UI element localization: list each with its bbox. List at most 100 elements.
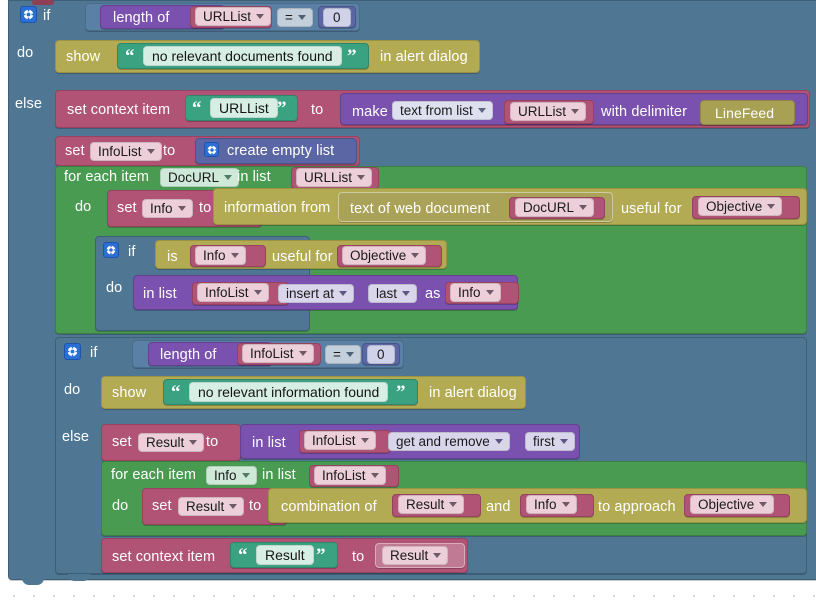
- string-value-2[interactable]: URLList: [210, 98, 278, 118]
- insert-at-dropdown[interactable]: insert at: [278, 284, 355, 303]
- info-loop-var-dropdown[interactable]: Info: [206, 466, 257, 485]
- result-dropdown-1-text: Result: [406, 497, 445, 512]
- as-label: as: [425, 286, 441, 302]
- urllist-dropdown-2[interactable]: URLList: [510, 102, 587, 121]
- to-label-6: to: [352, 549, 365, 565]
- docurl-dropdown-1[interactable]: DocURL: [515, 198, 595, 217]
- number-zero-text: 0: [333, 10, 341, 25]
- to-label-3: to: [199, 200, 212, 216]
- equals-operator-text: =: [285, 10, 293, 25]
- docurl-loop-var-text: DocURL: [168, 170, 220, 185]
- result-dropdown-1[interactable]: Result: [398, 495, 465, 514]
- and-label: and: [486, 499, 511, 515]
- number-zero-field[interactable]: 0: [323, 8, 351, 27]
- text-from-list-dropdown[interactable]: text from list: [392, 101, 493, 120]
- chevron-down-icon: [370, 473, 379, 478]
- chevron-down-icon: [559, 439, 568, 444]
- equals-operator-dropdown[interactable]: =: [277, 8, 313, 27]
- chevron-down-icon: [494, 439, 503, 444]
- to-approach-label: to approach: [598, 499, 676, 515]
- objective-dropdown-2[interactable]: Objective: [342, 246, 427, 265]
- in-alert-dialog-label-2: in alert dialog: [429, 385, 517, 401]
- chevron-down-icon: [571, 109, 580, 114]
- get-and-remove-dropdown[interactable]: get and remove: [388, 432, 510, 451]
- set-context-item-label-1: set context item: [67, 102, 171, 118]
- second-if-label: if: [90, 345, 98, 361]
- chevron-down-icon: [229, 504, 238, 509]
- number-zero-field-2[interactable]: 0: [367, 345, 395, 364]
- useful-for-label-2: useful for: [272, 249, 333, 265]
- close-quote-1: ”: [347, 46, 357, 67]
- top-connector-stub: [32, 0, 54, 5]
- chevron-down-icon: [360, 438, 369, 443]
- with-delimiter-label: with delimiter: [601, 104, 688, 120]
- show-label-1: show: [66, 49, 101, 65]
- objective-dropdown-3[interactable]: Objective: [690, 495, 775, 514]
- length-of-label: length of: [113, 10, 170, 26]
- blockly-workspace[interactable]: if do else length of URLList = 0 show “ …: [0, 0, 816, 607]
- string-value-3[interactable]: no relevant information found: [189, 382, 389, 402]
- infolist-dropdown-setter[interactable]: InfoList: [90, 142, 162, 161]
- info-dropdown-setter[interactable]: Info: [142, 199, 193, 218]
- info-dropdown-2[interactable]: Info: [450, 283, 501, 302]
- insert-at-text: insert at: [286, 286, 335, 301]
- infolist-dropdown-2[interactable]: InfoList: [242, 344, 314, 363]
- to-label-1: to: [311, 102, 324, 118]
- objective-dropdown-1[interactable]: Objective: [698, 197, 783, 216]
- urllist-dropdown-3[interactable]: URLList: [296, 168, 373, 187]
- text-of-web-document-label: text of web document: [350, 201, 490, 217]
- text-from-list-text: text from list: [400, 103, 473, 118]
- open-quote-3: “: [171, 382, 181, 403]
- chevron-down-icon: [230, 253, 239, 258]
- chevron-down-icon: [189, 440, 198, 445]
- number-zero-text-2: 0: [377, 347, 385, 362]
- loop-do-label-2: do: [112, 498, 129, 514]
- open-quote-4: “: [238, 545, 248, 566]
- second-else-label: else: [62, 429, 89, 445]
- set-context-item-label-2: set context item: [112, 549, 216, 565]
- result-dropdown-setter-1[interactable]: Result: [138, 433, 205, 452]
- mutator-gear-icon-inner-if[interactable]: [103, 242, 119, 258]
- inner-if-label: if: [128, 244, 136, 260]
- first-position-dropdown[interactable]: first: [525, 432, 575, 451]
- docurl-dropdown-1-text: DocURL: [523, 200, 575, 215]
- result-dropdown-setter-2[interactable]: Result: [178, 497, 245, 516]
- objective-dropdown-1-text: Objective: [706, 199, 763, 214]
- string-value-4[interactable]: Result: [256, 545, 314, 565]
- string-value-1[interactable]: no relevant documents found: [143, 46, 342, 66]
- infolist-dropdown-4[interactable]: InfoList: [314, 466, 386, 485]
- equals-operator-dropdown-2[interactable]: =: [325, 345, 361, 364]
- get-and-remove-text: get and remove: [396, 434, 490, 449]
- chevron-down-icon: [298, 351, 307, 356]
- combination-of-label: combination of: [281, 499, 377, 515]
- useful-for-label-1: useful for: [621, 201, 682, 217]
- for-each-item-label-2: for each item: [111, 467, 197, 483]
- chevron-down-icon: [177, 206, 186, 211]
- infolist-dropdown-1[interactable]: InfoList: [197, 283, 269, 302]
- mutator-gear-icon-outer-if[interactable]: [20, 6, 37, 23]
- urllist-dropdown-1[interactable]: URLList: [195, 7, 272, 26]
- result-setter-2-text: Result: [186, 499, 225, 514]
- last-position-dropdown[interactable]: last: [368, 284, 418, 303]
- in-alert-dialog-label-1: in alert dialog: [380, 49, 468, 65]
- docurl-loop-var-dropdown[interactable]: DocURL: [160, 168, 240, 187]
- chevron-down-icon: [477, 108, 486, 113]
- chevron-down-icon: [253, 290, 262, 295]
- result-dropdown-2[interactable]: Result: [382, 546, 449, 565]
- infolist-dropdown-2-text: InfoList: [250, 346, 294, 361]
- objective-dropdown-2-text: Objective: [350, 248, 407, 263]
- to-label-5: to: [249, 498, 262, 514]
- mutator-gear-icon-create-list[interactable]: [204, 142, 219, 157]
- create-empty-list-label: create empty list: [227, 143, 335, 159]
- infolist-dropdown-3[interactable]: InfoList: [304, 431, 376, 450]
- chevron-down-icon: [146, 149, 155, 154]
- info-dropdown-1[interactable]: Info: [195, 246, 246, 265]
- equals-operator-text-2: =: [333, 347, 341, 362]
- chevron-down-icon: [579, 205, 588, 210]
- info-dropdown-2-text: Info: [458, 285, 481, 300]
- linefeed-label: LineFeed: [715, 105, 775, 121]
- mutator-gear-icon-second-if[interactable]: [64, 343, 81, 360]
- info-dropdown-3[interactable]: Info: [526, 495, 577, 514]
- info-dropdown-3-text: Info: [534, 497, 557, 512]
- chevron-down-icon: [224, 175, 233, 180]
